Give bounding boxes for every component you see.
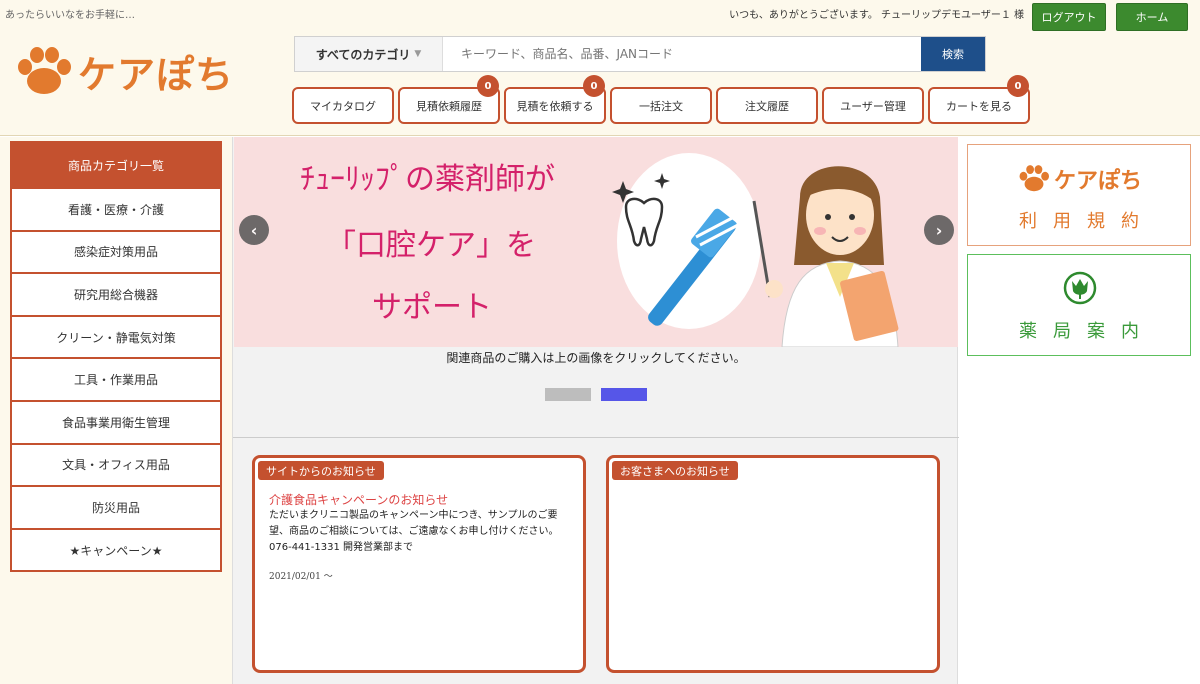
search-input[interactable] xyxy=(443,37,921,71)
sidebar-item-nursing-medical-care[interactable]: 看護・医療・介護 xyxy=(12,187,220,230)
banner-caption: 関連商品のご購入は上の画像をクリックしてください。 xyxy=(446,351,746,365)
nav-view-cart[interactable]: カートを見る 0 xyxy=(928,75,1030,124)
sidebar-item-research-equipment[interactable]: 研究用総合機器 xyxy=(12,272,220,315)
category-select-label: すべてのカテゴリ xyxy=(315,47,411,62)
banner-image: ﾁｭｰﾘｯﾌﾟの薬剤師が 「口腔ケア」を サポート xyxy=(300,153,899,347)
sidebar-title: 商品カテゴリ一覧 xyxy=(12,143,220,187)
terms-of-use-banner[interactable]: ケアぽち 利用規約 xyxy=(967,144,1191,246)
site-tagline: あったらいいなをお手軽に… xyxy=(5,10,135,21)
category-sidebar: 商品カテゴリ一覧 看護・医療・介護 感染症対策用品 研究用総合機器 クリーン・静… xyxy=(10,141,222,573)
customer-notice-panel: お客さまへのお知らせ xyxy=(606,455,940,673)
sidebar-item-tools-work[interactable]: 工具・作業用品 xyxy=(12,357,220,400)
sidebar-item-food-hygiene[interactable]: 食品事業用衛生管理 xyxy=(12,399,220,443)
right-column: ケアぽち 利用規約 薬局案内 xyxy=(959,137,1200,684)
nav-bulk-order[interactable]: 一括注文 xyxy=(610,87,712,124)
paw-icon xyxy=(18,46,71,94)
carousel-indicators xyxy=(545,388,657,401)
pharmacy-info-banner[interactable]: 薬局案内 xyxy=(967,254,1191,356)
nav-label: 一括注文 xyxy=(639,99,683,113)
pharmacy-label: 薬局案内 xyxy=(1019,321,1155,342)
cart-count-badge: 0 xyxy=(1007,75,1029,97)
terms-logo: ケアぽち xyxy=(968,163,1190,195)
customer-notice-tag: お客さまへのお知らせ xyxy=(612,461,738,480)
count-badge: 0 xyxy=(583,75,605,97)
notice-title-link[interactable]: 介護食品キャンペーンのお知らせ xyxy=(269,491,448,508)
main-nav: マイカタログ 見積依頼履歴 0 見積を依頼する 0 一括注文 注文履歴 ユーザー… xyxy=(292,75,1034,124)
sidebar-item-cleanroom-static[interactable]: クリーン・静電気対策 xyxy=(12,314,220,358)
site-notice-tag: サイトからのお知らせ xyxy=(258,461,384,480)
nav-label: マイカタログ xyxy=(310,99,376,113)
site-header: あったらいいなをお手軽に… いつも、ありがとうございます。 チューリップデモユー… xyxy=(0,0,1200,136)
logout-button[interactable]: ログアウト xyxy=(1032,3,1106,31)
main-content: ﾁｭｰﾘｯﾌﾟの薬剤師が 「口腔ケア」を サポート ‹ › 関連商品のご購入は上… xyxy=(232,137,959,684)
pharmacist-illustration xyxy=(752,166,899,347)
nav-my-catalog[interactable]: マイカタログ xyxy=(292,87,394,124)
nav-quote-history[interactable]: 見積依頼履歴 0 xyxy=(398,75,500,124)
nav-label: 注文履歴 xyxy=(745,99,789,113)
home-button[interactable]: ホーム xyxy=(1116,3,1188,31)
notice-date: 2021/02/01 ～ xyxy=(269,572,333,582)
nav-label: ユーザー管理 xyxy=(840,99,906,113)
nav-label: カートを見る xyxy=(946,99,1012,113)
banner-line-1: ﾁｭｰﾘｯﾌﾟの薬剤師が xyxy=(300,162,555,197)
carousel-next-button[interactable]: › xyxy=(924,215,954,245)
nav-user-management[interactable]: ユーザー管理 xyxy=(822,87,924,124)
count-badge: 0 xyxy=(477,75,499,97)
carousel-prev-button[interactable]: ‹ xyxy=(239,215,269,245)
search-button[interactable]: 検索 xyxy=(921,37,985,71)
paw-icon xyxy=(1019,165,1049,192)
nav-request-quote[interactable]: 見積を依頼する 0 xyxy=(504,75,606,124)
nav-label: 見積依頼履歴 xyxy=(416,99,482,113)
nav-order-history[interactable]: 注文履歴 xyxy=(716,87,818,124)
user-greeting: いつも、ありがとうございます。 チューリップデモユーザー１ 様 xyxy=(729,10,1024,21)
logo-text: ケアぽち xyxy=(78,53,235,97)
terms-label: 利用規約 xyxy=(1019,211,1155,232)
sidebar-item-stationery-office[interactable]: 文具・オフィス用品 xyxy=(12,442,220,486)
left-column: 商品カテゴリ一覧 看護・医療・介護 感染症対策用品 研究用総合機器 クリーン・静… xyxy=(0,137,232,684)
banner-line-2: 「口腔ケア」を xyxy=(326,228,536,263)
sidebar-item-disaster-prevention[interactable]: 防災用品 xyxy=(12,485,220,528)
content-divider xyxy=(233,437,959,438)
site-logo[interactable]: ケアぽち xyxy=(12,44,234,99)
search-bar: すべてのカテゴリ ▼ 検索 xyxy=(294,36,986,72)
notice-body: ただいまクリニコ製品のキャンペーン中につき、サンプルのご要望、商品のご相談につい… xyxy=(269,510,559,553)
chevron-down-icon: ▼ xyxy=(414,49,422,59)
carousel-indicator-2[interactable] xyxy=(601,388,647,401)
terms-logo-text: ケアぽち xyxy=(1053,169,1142,194)
sidebar-item-infection-control[interactable]: 感染症対策用品 xyxy=(12,229,220,273)
site-notice-panel: サイトからのお知らせ 介護食品キャンペーンのお知らせ ただいまクリニコ製品のキャ… xyxy=(252,455,586,673)
nav-label: 見積を依頼する xyxy=(516,99,594,113)
promo-banner[interactable]: ﾁｭｰﾘｯﾌﾟの薬剤師が 「口腔ケア」を サポート ‹ › xyxy=(234,137,958,347)
banner-line-3: サポート xyxy=(372,290,492,325)
category-select[interactable]: すべてのカテゴリ ▼ xyxy=(295,37,443,71)
carousel-indicator-1[interactable] xyxy=(545,388,591,401)
sidebar-item-campaign[interactable]: ★キャンペーン★ xyxy=(12,527,220,571)
tulip-icon xyxy=(1063,271,1097,305)
